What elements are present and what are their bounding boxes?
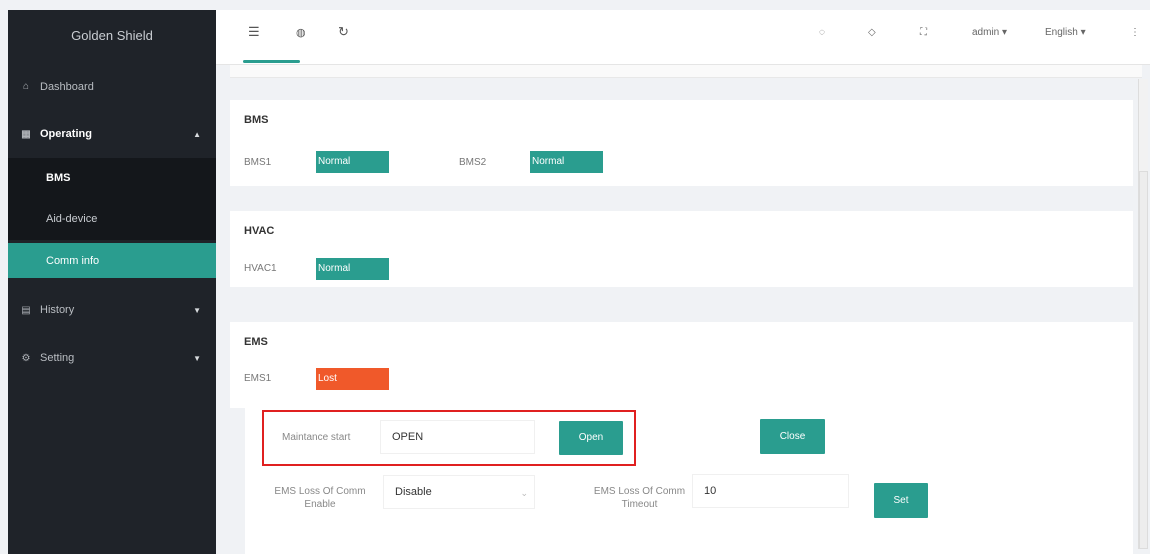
language-menu[interactable]: English ▾ (1045, 27, 1086, 38)
hvac1-label: HVAC1 (244, 263, 277, 274)
ems1-status-badge: Lost (316, 368, 389, 390)
chevron-up-icon: ▲ (193, 129, 201, 139)
bms1-status-badge: Normal (316, 151, 389, 173)
sidebar-item-dashboard[interactable]: ⌂ Dashboard (8, 63, 216, 110)
scrollbar[interactable] (1138, 79, 1148, 549)
ems-card: EMS EMS1 Lost (230, 322, 1133, 408)
sidebar-item-comm-info[interactable]: Comm info (8, 243, 216, 278)
bms-card: BMS BMS1 Normal BMS2 Normal (230, 100, 1133, 186)
sidebar: Golden Shield ⌂ Dashboard ▦ Operating ▲ … (8, 10, 216, 554)
home-icon: ⌂ (22, 81, 30, 92)
ems-loss-enable-label: EMS Loss Of Comm Enable (274, 486, 366, 510)
ems1-label: EMS1 (244, 373, 272, 384)
chevron-down-icon: ▼ (193, 353, 201, 363)
palette-icon[interactable]: ◌ (819, 27, 825, 38)
bms-title: BMS (244, 114, 269, 126)
ems-loss-timeout-input[interactable]: 10 (692, 474, 849, 508)
set-button[interactable]: Set (874, 483, 928, 518)
ems-loss-enable-select[interactable]: Disable ⌄ (383, 475, 535, 509)
user-name: admin (972, 27, 1000, 38)
bms2-label: BMS2 (459, 157, 487, 168)
fullscreen-icon[interactable]: ⛶ (920, 27, 927, 38)
maintenance-highlight-box (262, 410, 636, 466)
hvac-card: HVAC HVAC1 Normal (230, 211, 1133, 287)
sidebar-item-setting[interactable]: ⚙ Setting ▼ (8, 334, 216, 382)
hvac1-status-badge: Normal (316, 258, 389, 280)
ems-title: EMS (244, 336, 268, 348)
sidebar-item-history[interactable]: ▤ History ▼ (8, 286, 216, 334)
active-tab-indicator (243, 60, 300, 63)
tag-icon[interactable]: ◇ (868, 27, 876, 38)
language-label: English (1045, 27, 1078, 38)
sidebar-item-label: Operating (40, 128, 92, 140)
close-button[interactable]: Close (760, 419, 825, 454)
sidebar-item-bms[interactable]: BMS (8, 158, 216, 198)
calendar-icon: ▤ (21, 304, 31, 316)
sidebar-item-label: History (40, 304, 75, 316)
refresh-icon[interactable]: ↻ (338, 24, 349, 40)
chart-icon: ▦ (21, 128, 31, 140)
chevron-down-icon: ⌄ (520, 488, 528, 498)
ems-loss-timeout-label: EMS Loss Of Comm Timeout (593, 486, 686, 510)
main-content: BMS BMS1 Normal BMS2 Normal HVAC HVAC1 N… (216, 65, 1150, 554)
sidebar-item-aid-device[interactable]: Aid-device (8, 198, 216, 240)
ems-loss-enable-value: Disable (395, 486, 432, 498)
gear-icon: ⚙ (21, 352, 31, 364)
bms1-label: BMS1 (244, 157, 272, 168)
user-menu[interactable]: admin ▾ (972, 27, 1007, 38)
header-strip (230, 65, 1142, 78)
hvac-title: HVAC (244, 225, 275, 237)
bms2-status-badge: Normal (530, 151, 603, 173)
sidebar-item-label: Setting (40, 352, 75, 364)
globe-icon[interactable]: ◍ (296, 26, 306, 39)
sidebar-item-label: Dashboard (40, 80, 94, 93)
sidebar-item-operating[interactable]: ▦ Operating ▲ (8, 110, 216, 158)
app-title: Golden Shield (71, 28, 153, 43)
more-icon[interactable]: ⋮ (1130, 27, 1140, 38)
chevron-down-icon: ▼ (193, 305, 201, 315)
menu-icon[interactable]: ☰ (248, 24, 260, 40)
top-bar: ☰ ◍ ↻ ◌ ◇ ⛶ admin ▾ English ▾ ⋮ (216, 10, 1150, 65)
scrollbar-thumb[interactable] (1139, 171, 1148, 549)
